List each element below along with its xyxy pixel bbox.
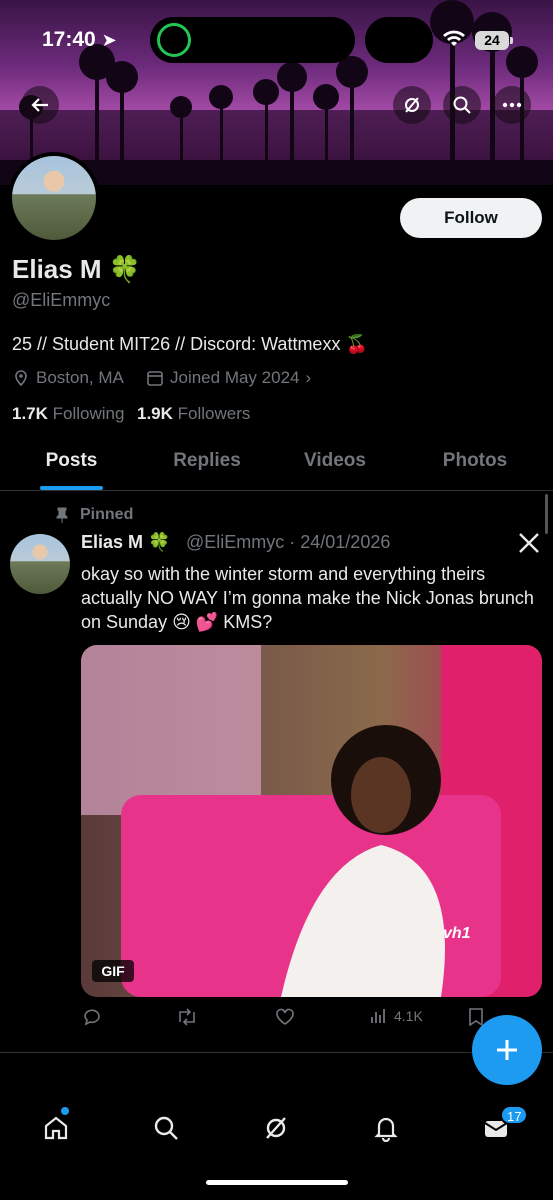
back-button[interactable] (21, 86, 59, 124)
post-media-gif[interactable] (81, 645, 542, 997)
chevron-right-icon: › (305, 368, 312, 387)
gif-scene-image (81, 645, 542, 997)
battery-nub (510, 37, 513, 44)
followers-count: 1.9K (137, 404, 173, 423)
now-playing-artwork-icon (365, 17, 433, 63)
media-watermark: vh1 (443, 925, 471, 942)
search-nav-icon (154, 1116, 178, 1140)
profile-avatar[interactable] (8, 152, 100, 244)
bookmark-icon (469, 1008, 483, 1026)
pin-icon (55, 507, 69, 528)
battery-indicator: 24 (475, 31, 509, 50)
followers-label: Followers (177, 404, 251, 423)
grok-icon (405, 97, 419, 113)
wifi-icon (442, 30, 466, 53)
joined-text: Joined May 2024 (170, 368, 300, 387)
post-author-name[interactable]: Elias M 🍀 (81, 532, 170, 553)
grok-button[interactable] (393, 86, 431, 124)
following-count: 1.7K (12, 404, 48, 423)
following-link[interactable]: 1.7K Following (12, 404, 124, 424)
post-clover-emoji: 🍀 (148, 532, 171, 552)
profile-joined[interactable]: Joined May 2024 › (146, 368, 311, 388)
grok-nav-icon (266, 1117, 286, 1139)
gif-badge: GIF (92, 960, 134, 982)
following-label: Following (52, 404, 125, 423)
follow-button[interactable]: Follow (400, 198, 542, 238)
bookmark-button[interactable] (468, 1008, 484, 1026)
location-arrow-icon: ➤ (101, 30, 117, 50)
compose-post-button[interactable] (472, 1015, 542, 1085)
post-author-avatar[interactable] (10, 534, 70, 594)
heart-icon (276, 1008, 294, 1025)
x-logo-icon (518, 532, 540, 559)
profile-bio: 25 // Student MIT26 // Discord: Wattmexx… (12, 334, 368, 354)
home-indicator[interactable] (206, 1180, 348, 1185)
bell-icon (374, 1117, 398, 1142)
home-icon (44, 1116, 68, 1140)
views-button[interactable]: 4.1K (370, 1008, 423, 1024)
messages-badge: 17 (500, 1105, 529, 1125)
like-button[interactable] (275, 1008, 295, 1026)
nav-grok[interactable] (256, 1108, 296, 1148)
views-chart-icon (371, 1009, 385, 1023)
status-time: 17:40 ➤ (42, 28, 117, 52)
tab-photos[interactable]: Photos (430, 450, 520, 472)
plus-icon (497, 1040, 517, 1060)
back-arrow-icon (31, 98, 48, 112)
display-name-text: Elias M (12, 254, 102, 284)
tab-videos[interactable]: Videos (290, 450, 380, 472)
repost-button[interactable] (176, 1008, 198, 1026)
scrollbar[interactable] (545, 494, 548, 534)
profile-location: Boston, MA (12, 368, 124, 388)
pinned-label: Pinned (80, 506, 134, 523)
tab-replies[interactable]: Replies (162, 450, 252, 472)
activity-app-icon (157, 23, 191, 57)
location-pin-icon (15, 370, 27, 387)
repost-icon (179, 1008, 195, 1026)
post-divider (0, 1052, 553, 1053)
clover-emoji: 🍀 (108, 254, 142, 284)
nav-search[interactable] (146, 1108, 186, 1148)
reply-button[interactable] (82, 1008, 102, 1026)
post-author-name-text: Elias M (81, 532, 144, 552)
views-count: 4.1K (394, 1008, 423, 1024)
status-time-text: 17:40 (42, 28, 96, 51)
nav-home[interactable] (36, 1108, 76, 1148)
reply-icon (84, 1009, 100, 1026)
more-dots-icon (502, 102, 522, 108)
search-icon (453, 96, 471, 114)
tab-posts[interactable]: Posts (30, 450, 113, 472)
more-options-button[interactable] (493, 86, 531, 124)
display-name: Elias M 🍀 (12, 254, 141, 285)
calendar-icon (147, 371, 163, 386)
profile-handle: @EliEmmyc (12, 290, 111, 310)
home-notification-dot (61, 1107, 69, 1115)
post-author-handle: @EliEmmyc · 24/01/2026 (186, 532, 391, 552)
location-text: Boston, MA (36, 368, 124, 387)
post-text: okay so with the winter storm and everyt… (81, 564, 534, 632)
tabs-divider (0, 490, 553, 491)
followers-link[interactable]: 1.9K Followers (137, 404, 250, 424)
search-button[interactable] (443, 86, 481, 124)
nav-notifications[interactable] (366, 1108, 406, 1148)
